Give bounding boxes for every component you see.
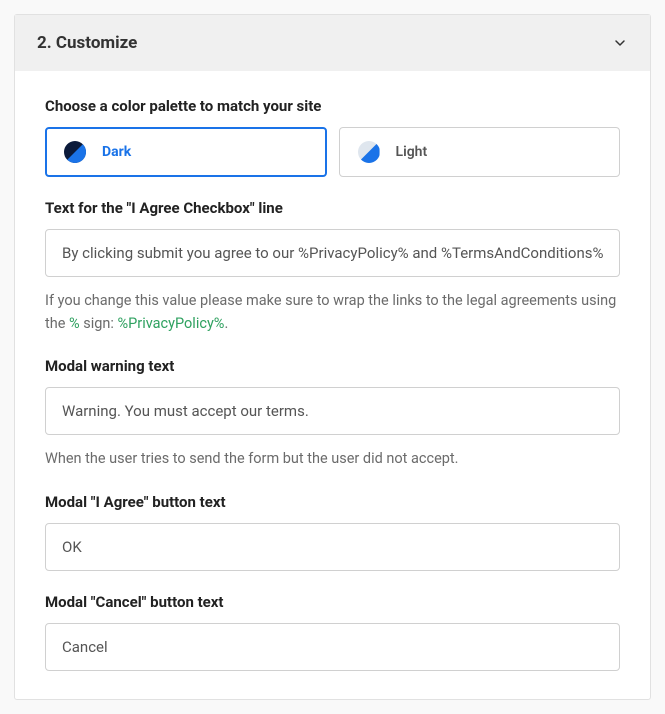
palette-option-light[interactable]: Light [339,127,621,177]
warning-text-input[interactable] [45,387,620,435]
dark-swatch-icon [64,141,86,163]
checkbox-text-field: Text for the "I Agree Checkbox" line If … [45,199,620,335]
customize-panel: 2. Customize Choose a color palette to m… [14,14,651,700]
warning-text-help: When the user tries to send the form but… [45,447,620,470]
warning-text-label: Modal warning text [45,357,620,375]
palette-options: Dark Light [45,127,620,177]
light-swatch-icon [358,141,380,163]
help-text-percent: % [69,315,80,332]
palette-option-dark-label: Dark [102,144,131,160]
help-text-example: %PrivacyPolicy% [118,315,225,332]
palette-label: Choose a color palette to match your sit… [45,97,620,115]
checkbox-text-input[interactable] [45,229,620,277]
agree-button-input[interactable] [45,523,620,571]
checkbox-text-help: If you change this value please make sur… [45,289,620,335]
panel-title: 2. Customize [37,33,137,53]
agree-button-field: Modal "I Agree" button text [45,493,620,571]
panel-header[interactable]: 2. Customize [15,15,650,71]
cancel-button-input[interactable] [45,623,620,671]
agree-button-label: Modal "I Agree" button text [45,493,620,511]
panel-body: Choose a color palette to match your sit… [15,71,650,699]
cancel-button-label: Modal "Cancel" button text [45,593,620,611]
help-text-suffix: . [224,315,228,332]
cancel-button-field: Modal "Cancel" button text [45,593,620,671]
help-text-mid: sign: [80,315,118,332]
palette-option-light-label: Light [396,144,428,160]
checkbox-text-label: Text for the "I Agree Checkbox" line [45,199,620,217]
chevron-down-icon [612,35,628,51]
palette-field: Choose a color palette to match your sit… [45,97,620,177]
warning-text-field: Modal warning text When the user tries t… [45,357,620,470]
palette-option-dark[interactable]: Dark [45,127,327,177]
